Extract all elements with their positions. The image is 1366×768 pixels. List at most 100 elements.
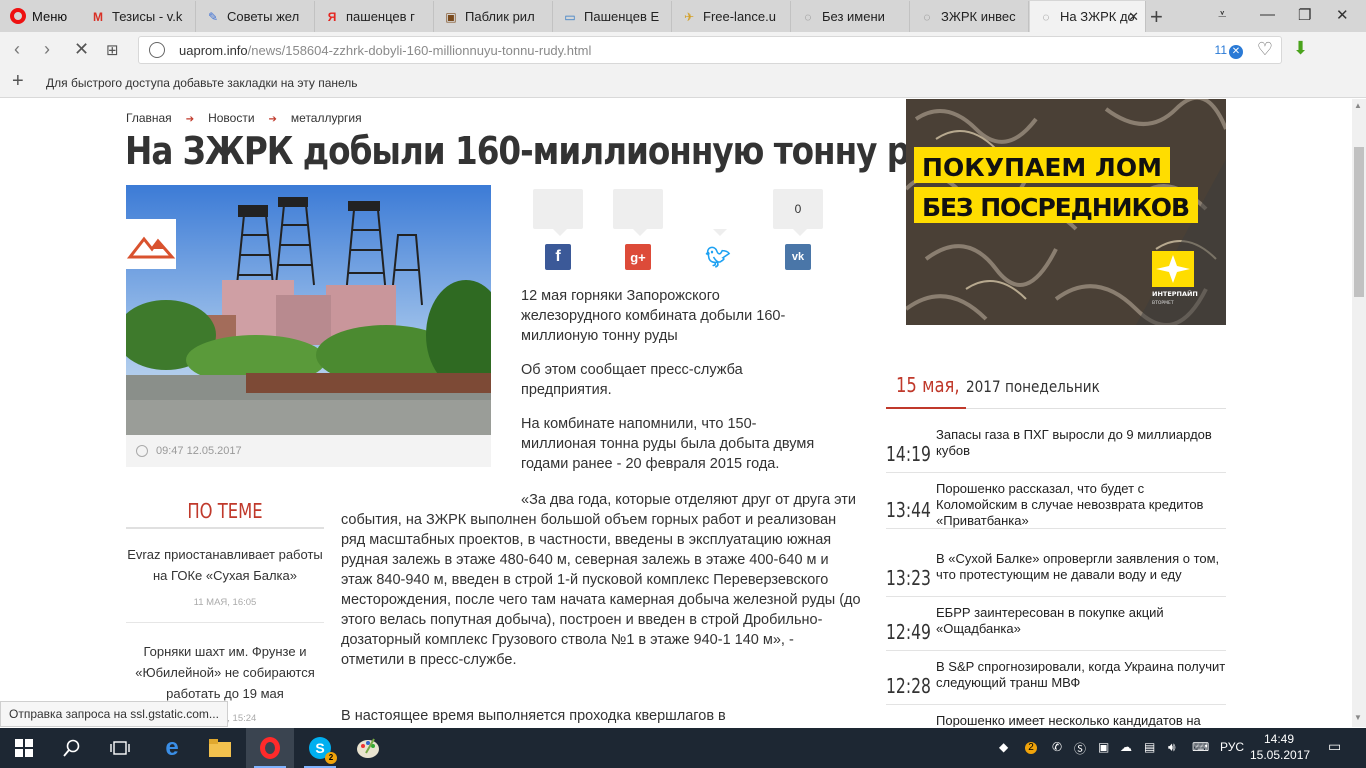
article-paragraph: На комбинате напомнили, что 150-миллиона… <box>521 416 815 472</box>
news-item[interactable]: 12:28 В S&P спрогнозировали, когда Украи… <box>886 651 1226 705</box>
network-icon[interactable]: ▤ <box>1144 740 1155 754</box>
taskbar-explorer[interactable] <box>196 728 244 768</box>
news-item[interactable]: 14:19 Запасы газа в ПХГ выросли до 9 мил… <box>886 419 1226 473</box>
skype-icon: S2 <box>309 737 337 764</box>
tab-3[interactable]: Я пашенцев г <box>316 1 434 32</box>
twitter-icon[interactable]: 🐦︎ <box>705 244 731 270</box>
menu-label: Меню <box>32 8 68 24</box>
start-button[interactable] <box>0 728 48 768</box>
ad-line-1: ПОКУПАЕМ ЛОМ <box>922 153 1162 182</box>
taskbar-skype[interactable]: S2 <box>296 728 344 768</box>
news-time: 12:28 <box>886 674 931 698</box>
news-item[interactable]: Порошенко имеет несколько кандидатов на <box>886 705 1226 727</box>
tray-app-icon[interactable]: ◆ <box>999 740 1008 754</box>
pen-icon: ✎ <box>207 9 219 24</box>
news-headline[interactable]: В «Сухой Балке» опровергли заявления о т… <box>936 551 1226 583</box>
news-headline[interactable]: ЕБРР заинтересован в покупке акций «Ощад… <box>936 605 1226 637</box>
minimize-button[interactable]: — <box>1260 6 1275 23</box>
add-bookmark-button[interactable]: + <box>12 70 24 93</box>
task-view-button[interactable] <box>96 728 144 768</box>
facebook-icon[interactable]: f <box>545 244 571 270</box>
news-headline[interactable]: Запасы газа в ПХГ выросли до 9 миллиардо… <box>936 427 1226 459</box>
news-item[interactable]: 13:44 Порошенко рассказал, что будет с К… <box>886 473 1226 529</box>
gmail-icon: M <box>93 9 103 24</box>
tab-8[interactable]: ◌ ЗЖРК инвес <box>911 1 1029 32</box>
freelance-icon: ✈ <box>683 9 695 24</box>
news-item[interactable]: 12:49 ЕБРР заинтересован в покупке акций… <box>886 597 1226 651</box>
tab-2[interactable]: ✎ Советы жел <box>197 1 315 32</box>
bookmark-heart-icon[interactable]: ♡ <box>1257 39 1273 60</box>
back-button[interactable]: ‹ <box>14 39 20 60</box>
clock-icon <box>136 445 148 457</box>
stop-loading-button[interactable]: ✕ <box>74 39 89 60</box>
opera-logo-icon <box>10 8 26 24</box>
scroll-up-icon[interactable]: ▲ <box>1354 101 1362 110</box>
adblock-counter[interactable]: 11 ✕ <box>1215 43 1243 59</box>
loading-icon: ◌ <box>1042 9 1050 24</box>
related-item[interactable]: Evraz приостанавливает работы на ГОКе «С… <box>126 544 324 586</box>
news-item[interactable]: 13:23 В «Сухой Балке» опровергли заявлен… <box>886 543 1226 597</box>
volume-icon[interactable]: 🔊︎ <box>1168 740 1176 755</box>
clock-time[interactable]: 14:49 <box>1254 732 1304 746</box>
scroll-down-icon[interactable]: ▼ <box>1354 713 1362 722</box>
tab-4[interactable]: ▣ Паблик рил <box>435 1 553 32</box>
tab-6[interactable]: ✈ Free-lance.u <box>673 1 791 32</box>
clock-date[interactable]: 15.05.2017 <box>1250 748 1310 762</box>
tab-7[interactable]: ◌ Без имени <box>792 1 910 32</box>
download-icon[interactable]: ⬇ <box>1293 38 1308 59</box>
news-headline[interactable]: Порошенко имеет несколько кандидатов на <box>936 713 1226 727</box>
mine-headframes-photo <box>126 197 491 435</box>
tab-title: Free-lance.u <box>703 9 776 24</box>
close-window-button[interactable]: ✕ <box>1336 6 1349 24</box>
related-item[interactable]: Горняки шахт им. Фрунзе и «Юбилейной» не… <box>126 641 324 704</box>
taskbar-opera[interactable] <box>246 728 294 768</box>
notifications-icon[interactable]: ▭ <box>1328 738 1341 755</box>
address-bar[interactable]: uaprom.info/news/158604-zzhrk-dobyli-160… <box>138 36 1282 64</box>
adblock-icon: ✕ <box>1229 45 1243 59</box>
tray-icon[interactable]: ▣ <box>1098 740 1109 754</box>
page-scrollbar[interactable]: ▲ ▼ <box>1352 99 1366 727</box>
tab-5[interactable]: ▭ Пашенцев Е <box>554 1 672 32</box>
vk-icon[interactable]: vk <box>785 244 811 270</box>
news-headline[interactable]: В S&P спрогнозировали, когда Украина пол… <box>936 659 1226 691</box>
close-tab-icon[interactable]: ✕ <box>1128 9 1139 25</box>
breadcrumb-home[interactable]: Главная <box>126 111 172 125</box>
speed-dial-icon[interactable]: ⊞ <box>106 41 119 59</box>
share-twitter[interactable]: 🐦︎ <box>693 189 743 270</box>
new-tab-button[interactable]: + <box>1150 4 1163 30</box>
tab-title: Тезисы - v.k <box>112 9 183 24</box>
divider <box>126 527 324 529</box>
share-googleplus[interactable]: g+ <box>613 189 663 270</box>
tab-1[interactable]: M Тезисы - v.k <box>82 1 196 32</box>
tab-9-active[interactable]: ◌ На ЗЖРК до ✕ <box>1030 1 1146 32</box>
viber-icon[interactable]: ✆ <box>1052 740 1062 754</box>
share-facebook[interactable]: f <box>533 189 583 270</box>
adblock-count: 11 <box>1214 43 1227 57</box>
taskbar-edge[interactable]: e <box>148 728 196 768</box>
tab-menu-icon[interactable]: ⩡ <box>1218 6 1226 23</box>
taskbar-paint[interactable] <box>344 728 392 768</box>
breadcrumb: Главная ➔ Новости ➔ металлургия <box>126 111 362 125</box>
skype-tray-icon[interactable]: Ⓢ <box>1074 740 1086 757</box>
scroll-thumb[interactable] <box>1354 147 1364 297</box>
bookmarks-hint: Для быстрого доступа добавьте закладки н… <box>46 76 358 90</box>
yandex-icon: Я <box>327 9 337 24</box>
news-headline[interactable]: Порошенко рассказал, что будет с Коломой… <box>936 481 1226 529</box>
maximize-button[interactable]: ❐ <box>1298 6 1311 24</box>
breadcrumb-category[interactable]: металлургия <box>291 111 362 125</box>
ad-banner[interactable]: ПОКУПАЕМ ЛОМ БЕЗ ПОСРЕДНИКОВ ИНТЕРПАЙП В… <box>906 99 1226 325</box>
cloud-icon[interactable]: ☁ <box>1120 740 1132 754</box>
tab-title: На ЗЖРК до <box>1060 9 1135 24</box>
breadcrumb-news[interactable]: Новости <box>208 111 254 125</box>
google-plus-icon[interactable]: g+ <box>625 244 651 270</box>
folder-icon <box>209 739 231 757</box>
search-button[interactable] <box>48 728 96 768</box>
article-title: На ЗЖРК добыли 160-миллионную тонну руды <box>125 129 984 173</box>
keyboard-icon[interactable]: ⌨ <box>1192 740 1209 754</box>
opera-menu-button[interactable]: Меню <box>0 0 76 32</box>
language-indicator[interactable]: РУС <box>1220 740 1244 754</box>
share-vk[interactable]: 0 vk <box>773 189 823 270</box>
forward-button[interactable]: › <box>44 39 50 60</box>
article-paragraph: Об этом сообщает пресс-служба предприяти… <box>521 362 743 398</box>
url-text[interactable]: uaprom.info/news/158604-zzhrk-dobyli-160… <box>179 43 591 58</box>
